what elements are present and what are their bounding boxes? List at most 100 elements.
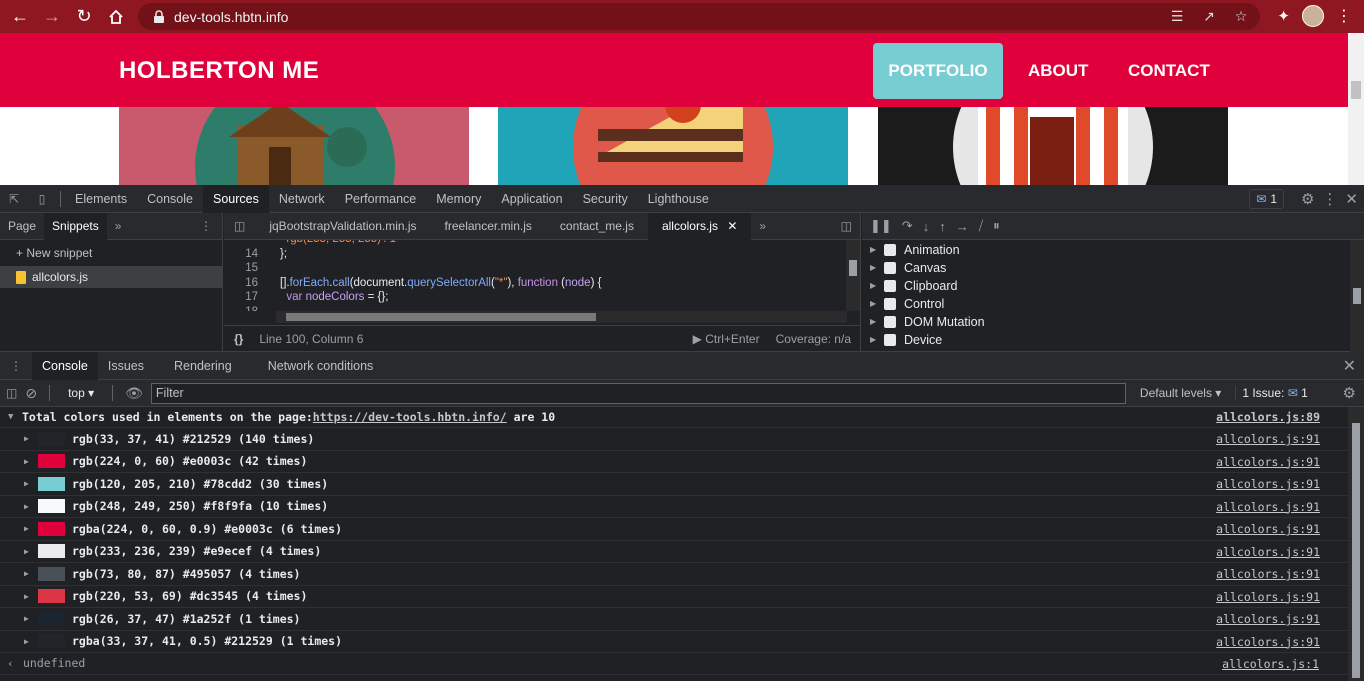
portfolio-item-circus[interactable]	[878, 107, 1228, 185]
deactivate-breakpoints-icon[interactable]: ⧸	[979, 218, 983, 234]
nav-link-portfolio[interactable]: PORTFOLIO	[873, 43, 1003, 99]
tab-lighthouse[interactable]: Lighthouse	[638, 185, 719, 213]
tab-snippets[interactable]: Snippets	[44, 212, 107, 240]
console-scrollbar[interactable]	[1348, 407, 1364, 681]
tab-performance[interactable]: Performance	[335, 185, 427, 213]
file-tab[interactable]: contact_me.js	[546, 213, 648, 240]
run-snippet-button[interactable]: ▶ Ctrl+Enter	[693, 332, 760, 346]
breakpoint-category[interactable]: ▶ Clipboard	[862, 277, 1364, 295]
tab-network[interactable]: Network	[269, 185, 335, 213]
checkbox[interactable]	[884, 298, 896, 310]
translate-icon[interactable]: ☰	[1168, 7, 1186, 25]
close-drawer-icon[interactable]: ✕	[1343, 356, 1356, 376]
snippet-item[interactable]: allcolors.js	[0, 266, 222, 288]
sidebar-toggle-icon[interactable]: ◫	[6, 386, 17, 400]
source-link[interactable]: allcolors.js:91	[1216, 496, 1320, 519]
console-color-row[interactable]: ▶ rgb(33, 37, 41) #212529 (140 times) allc…	[0, 428, 1348, 451]
drawer-tab-issues[interactable]: Issues	[98, 352, 154, 380]
console-color-row[interactable]: ▶ rgb(224, 0, 60) #e0003c (42 times) allco…	[0, 451, 1348, 474]
page-scrollbar[interactable]	[1348, 33, 1364, 185]
tab-console[interactable]: Console	[137, 185, 203, 213]
expand-icon[interactable]: ▶	[24, 518, 29, 541]
more-tabs-icon[interactable]: »	[107, 219, 130, 233]
step-into-icon[interactable]: ↓	[923, 219, 930, 234]
console-color-row[interactable]: ▶ rgba(33, 37, 41, 0.5) #212529 (1 times)…	[0, 631, 1348, 654]
pause-icon[interactable]: ❚❚	[870, 218, 892, 234]
drawer-menu-icon[interactable]: ⋮	[0, 359, 32, 373]
tab-application[interactable]: Application	[491, 185, 572, 213]
console-settings-icon[interactable]: ⚙	[1343, 384, 1364, 402]
extensions-icon[interactable]: ✦	[1277, 7, 1290, 25]
console-color-row[interactable]: ▶ rgb(73, 80, 87) #495057 (4 times) allcol…	[0, 563, 1348, 586]
file-tab[interactable]: jqBootstrapValidation.min.js	[255, 213, 430, 240]
checkbox[interactable]	[884, 316, 896, 328]
star-icon[interactable]: ☆	[1232, 7, 1250, 25]
console-group-header[interactable]: ▼ Total colors used in elements on the p…	[0, 407, 1348, 428]
step-out-icon[interactable]: ↑	[939, 219, 946, 234]
portfolio-item-cake[interactable]	[498, 107, 848, 185]
issues-badge[interactable]: ✉ 1	[1249, 189, 1284, 209]
more-files-icon[interactable]: »	[751, 219, 774, 233]
drawer-tab-network-conditions[interactable]: Network conditions	[258, 352, 384, 380]
nav-link-contact[interactable]: CONTACT	[1112, 43, 1226, 99]
issues-counter[interactable]: 1 Issue: ✉ 1	[1235, 386, 1313, 400]
back-icon[interactable]: ←	[4, 0, 36, 33]
share-icon[interactable]: ↗	[1200, 7, 1218, 25]
collapse-icon[interactable]: ▼	[8, 407, 13, 428]
breakpoint-category[interactable]: ▶ Control	[862, 295, 1364, 313]
editor-horizontal-scrollbar[interactable]	[276, 311, 847, 323]
inspect-element-icon[interactable]: ⇱	[0, 185, 28, 213]
drawer-tab-rendering[interactable]: Rendering	[164, 352, 242, 380]
source-link[interactable]: allcolors.js:91	[1216, 428, 1320, 451]
source-link[interactable]: allcolors.js:91	[1216, 586, 1320, 609]
source-link[interactable]: allcolors.js:91	[1216, 608, 1320, 631]
expand-icon[interactable]: ▶	[24, 451, 29, 474]
address-bar[interactable]: dev-tools.hbtn.info ☰ ↗ ☆	[138, 3, 1260, 30]
site-brand[interactable]: HOLBERTON ME	[119, 57, 319, 85]
debugger-scrollbar[interactable]	[1350, 240, 1364, 352]
tab-sources[interactable]: Sources	[202, 184, 269, 213]
more-options-icon[interactable]: ⋮	[1322, 190, 1337, 208]
navigator-menu-icon[interactable]: ⋮	[200, 219, 222, 233]
console-color-row[interactable]: ▶ rgb(26, 37, 47) #1a252f (1 times) allcol…	[0, 608, 1348, 631]
step-icon[interactable]: →	[956, 219, 969, 234]
pretty-print-button[interactable]: {}	[234, 332, 243, 346]
avatar[interactable]	[1302, 5, 1324, 27]
code-editor[interactable]: rgb(255, 255, 255)': 1 14}; 15 16[].forE…	[224, 240, 847, 311]
nav-link-about[interactable]: ABOUT	[1012, 43, 1104, 99]
live-expression-icon[interactable]: 👁	[125, 385, 143, 402]
file-tab[interactable]: freelancer.min.js	[431, 213, 546, 240]
expand-icon[interactable]: ▶	[24, 563, 29, 586]
expand-icon[interactable]: ▶	[24, 541, 29, 564]
console-color-row[interactable]: ▶ rgb(233, 236, 239) #e9ecef (4 times) all…	[0, 541, 1348, 564]
expand-icon[interactable]: ▶	[24, 428, 29, 451]
console-color-row[interactable]: ▶ rgb(248, 249, 250) #f8f9fa (10 times) al…	[0, 496, 1348, 519]
forward-icon[interactable]: →	[36, 0, 68, 33]
expand-icon[interactable]: ▶	[24, 631, 29, 654]
console-color-row[interactable]: ▶ rgba(224, 0, 60, 0.9) #e0003c (6 times)…	[0, 518, 1348, 541]
group-header-link[interactable]: https://dev-tools.hbtn.info/	[313, 407, 507, 428]
settings-icon[interactable]: ⚙	[1301, 190, 1314, 208]
expand-icon[interactable]: ▶	[24, 608, 29, 631]
breakpoint-category[interactable]: ▶ Device	[862, 331, 1364, 349]
checkbox[interactable]	[884, 244, 896, 256]
editor-vertical-scrollbar[interactable]	[846, 240, 860, 311]
source-link[interactable]: allcolors.js:91	[1216, 631, 1320, 654]
expand-icon[interactable]: ▶	[24, 473, 29, 496]
menu-icon[interactable]: ⋮	[1336, 6, 1352, 26]
home-icon[interactable]	[100, 0, 132, 33]
source-link[interactable]: allcolors.js:1	[1222, 653, 1319, 676]
tab-security[interactable]: Security	[573, 185, 638, 213]
drawer-tab-console[interactable]: Console	[32, 351, 98, 380]
tab-elements[interactable]: Elements	[65, 185, 137, 213]
source-link[interactable]: allcolors.js:89	[1216, 407, 1320, 428]
expand-icon[interactable]: ▶	[24, 586, 29, 609]
close-tab-icon[interactable]: ✕	[727, 219, 737, 233]
checkbox[interactable]	[884, 280, 896, 292]
toggle-debugger-icon[interactable]: ◫	[841, 219, 860, 233]
tab-page[interactable]: Page	[0, 213, 44, 240]
filter-input[interactable]	[150, 382, 1126, 404]
device-toolbar-icon[interactable]: ▯	[28, 185, 56, 213]
portfolio-item-cabin[interactable]	[119, 107, 469, 185]
checkbox[interactable]	[884, 262, 896, 274]
